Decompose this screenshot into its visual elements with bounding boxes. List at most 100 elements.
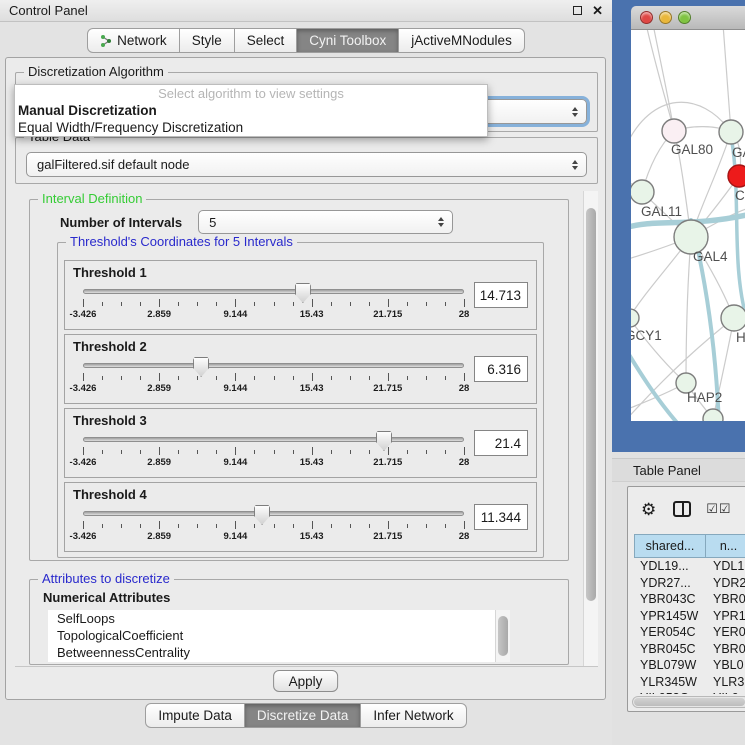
algorithm-option-manual[interactable]: Manual Discretization [15,102,487,119]
table-horizontal-scrollbar[interactable] [632,696,745,708]
network-canvas[interactable]: GAL80GACGAL11GAL4GCY1HHAP2 [631,30,745,421]
table-cell-shared-name[interactable]: YLR345W [634,675,706,689]
attributes-list[interactable]: SelfLoopsTopologicalCoefficientBetweenne… [48,610,495,662]
apply-button[interactable]: Apply [273,670,339,692]
threshold-value-field[interactable]: 21.4 [474,430,528,456]
attributes-list-scrollbar[interactable] [495,610,510,662]
network-node-gal11[interactable] [631,180,654,204]
network-node-h[interactable] [721,305,745,331]
checkbox-icons[interactable]: ☑☑ [706,501,731,517]
tab-jactivemnodules[interactable]: jActiveMNodules [399,28,525,53]
tick-mark [388,447,389,455]
network-node-gal80[interactable] [662,119,686,143]
float-window-icon[interactable] [573,6,582,15]
table-cell-shared-name[interactable]: YDR27... [634,576,706,590]
network-node-gcy1[interactable] [631,309,639,327]
number-of-intervals-combo[interactable]: 5 [198,210,453,234]
scrollbar-thumb[interactable] [634,698,745,706]
tick-label: 9.144 [224,531,248,542]
table-cell-name[interactable]: YBR0 [706,592,745,606]
network-node-ga[interactable] [719,120,743,144]
attribute-list-item[interactable]: TopologicalCoefficient [48,627,495,644]
table-row[interactable]: YBR043CYBR0 [634,591,745,608]
close-traffic-light[interactable] [640,11,653,24]
threshold-row: -3.4262.8599.14415.4321.71528 6.316 [73,356,528,396]
table-cell-name[interactable]: YBL0 [706,658,745,672]
tick-mark [235,521,236,529]
table-row[interactable]: YLR345WYLR3 [634,674,745,691]
table-cell-name[interactable]: YLR3 [706,675,745,689]
attribute-list-item[interactable]: SelfLoops [48,610,495,627]
tick-mark [426,302,427,306]
table-cell-shared-name[interactable]: YIL052C [634,691,706,694]
network-icon [100,34,112,48]
tick-label: 9.144 [224,309,248,320]
tick-mark [274,376,275,380]
table-cell-shared-name[interactable]: YPR145W [634,609,706,623]
tick-label: 28 [459,309,470,320]
slider[interactable]: -3.4262.8599.14415.4321.71528 [83,282,464,322]
tab-cyni-toolbox[interactable]: Cyni Toolbox [297,28,399,53]
table-row[interactable]: YER054CYER0 [634,624,745,641]
table-cell-name[interactable]: YBR0 [706,642,745,656]
attribute-list-item[interactable]: BetweennessCentrality [48,644,495,661]
control-panel-tab-bar: NetworkStyleSelectCyni ToolboxjActiveMNo… [0,28,612,53]
slider-track[interactable] [83,363,464,368]
threshold-value-field[interactable]: 14.713 [474,282,528,308]
table-data-combo[interactable]: galFiltered.sif default node [26,152,587,177]
gear-icon[interactable]: ⚙ [641,501,656,518]
column-header-shared-name[interactable]: shared... [634,534,706,558]
tick-mark [293,524,294,528]
bottom-tab-impute-data[interactable]: Impute Data [145,703,245,728]
tab-network[interactable]: Network [87,28,180,53]
tick-mark [274,450,275,454]
table-row[interactable]: YDL19...YDL1 [634,558,745,575]
table-cell-shared-name[interactable]: YBL079W [634,658,706,672]
slider-track[interactable] [83,289,464,294]
table-cell-name[interactable]: YDR2 [706,576,745,590]
network-node-selected-red[interactable] [728,165,745,187]
scrollbar-thumb[interactable] [498,616,508,656]
zoom-traffic-light[interactable] [678,11,691,24]
table-cell-shared-name[interactable]: YDL19... [634,559,706,573]
tick-mark [121,524,122,528]
tick-mark [140,376,141,380]
slider[interactable]: -3.4262.8599.14415.4321.71528 [83,504,464,544]
table-cell-shared-name[interactable]: YBR043C [634,592,706,606]
table-cell-name[interactable]: YIL0 [706,691,745,694]
threshold-value-field[interactable]: 6.316 [474,356,528,382]
table-cell-shared-name[interactable]: YER054C [634,625,706,639]
table-row[interactable]: YIL052CYIL0 [634,690,745,694]
tick-mark [140,302,141,306]
scrollbar-thumb[interactable] [586,208,596,601]
network-node-label: H [736,330,745,345]
tab-style[interactable]: Style [180,28,235,53]
bottom-tab-discretize-data[interactable]: Discretize Data [245,703,362,728]
table-cell-shared-name[interactable]: YBR045C [634,642,706,656]
table-row[interactable]: YDR27...YDR2 [634,575,745,592]
minimize-traffic-light[interactable] [659,11,672,24]
table-row[interactable]: YBL079WYBL0 [634,657,745,674]
tick-label: 28 [459,383,470,394]
table-cell-name[interactable]: YER0 [706,625,745,639]
bottom-tab-infer-network[interactable]: Infer Network [361,703,466,728]
table-cell-name[interactable]: YDL1 [706,559,745,573]
threshold-label: Threshold 2 [73,339,528,354]
split-columns-icon[interactable] [673,501,691,517]
tick-label: 21.715 [373,309,402,320]
table-row[interactable]: YPR145WYPR1 [634,608,745,625]
threshold-value-field[interactable]: 11.344 [474,504,528,530]
slider-track[interactable] [83,511,464,516]
slider-track[interactable] [83,437,464,442]
number-of-intervals-row: Number of Intervals 5 [60,210,568,234]
algorithm-option-equal-width[interactable]: Equal Width/Frequency Discretization [15,119,487,136]
slider[interactable]: -3.4262.8599.14415.4321.71528 [83,356,464,396]
close-icon[interactable]: ✕ [592,4,603,17]
column-header-name[interactable]: n... [706,534,745,558]
table-cell-name[interactable]: YPR1 [706,609,745,623]
tab-select[interactable]: Select [235,28,298,53]
table-row[interactable]: YBR045CYBR0 [634,641,745,658]
slider[interactable]: -3.4262.8599.14415.4321.71528 [83,430,464,470]
numerical-attributes-label: Numerical Attributes [43,590,568,605]
settings-scrollbar[interactable] [583,191,598,666]
